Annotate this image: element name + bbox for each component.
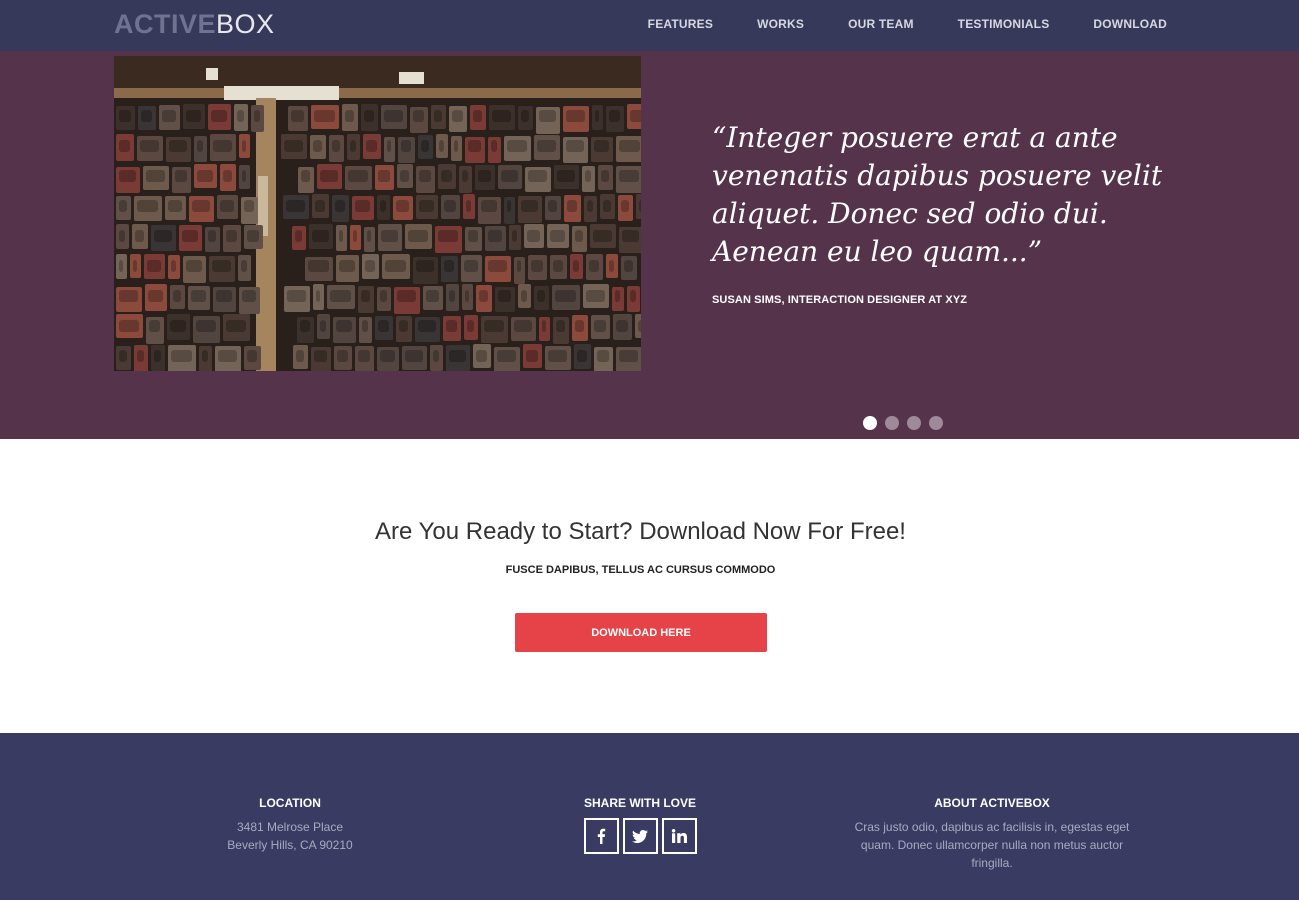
slider-dot-2[interactable] bbox=[885, 416, 899, 430]
share-title: SHARE WITH LOVE bbox=[583, 796, 696, 810]
address-line-1: 3481 Melrose Place bbox=[236, 820, 344, 834]
nav-testimonials[interactable]: TESTIMONIALS bbox=[958, 17, 1050, 32]
logo-box: BOX bbox=[216, 9, 275, 39]
testimonial-quote: “Integer posuere erat a ante venenatis d… bbox=[712, 121, 1163, 268]
footer: LOCATION 3481 Melrose Place Beverly Hill… bbox=[0, 733, 1299, 900]
testimonial-author: SUSAN SIMS, INTERACTION DESIGNER AT XYZ bbox=[712, 294, 968, 306]
nav-features[interactable]: FEATURES bbox=[648, 17, 713, 32]
cta-subtitle: FUSCE DAPIBUS, TELLUS AC CURSUS COMMODO bbox=[505, 564, 776, 576]
download-button[interactable]: DOWNLOAD HERE bbox=[515, 613, 767, 652]
about-title: ABOUT ACTIVEBOX bbox=[934, 796, 1050, 810]
address-line-2: Beverly Hills, CA 90210 bbox=[227, 838, 353, 852]
letterpress-type-image bbox=[114, 56, 641, 371]
slider-pagination bbox=[863, 416, 943, 430]
nav-works[interactable]: WORKS bbox=[757, 17, 804, 32]
about-text: Cras justo odio, dapibus ac facilisis in… bbox=[854, 820, 1130, 870]
cta-title: Are You Ready to Start? Download Now For… bbox=[375, 518, 906, 545]
main-nav: FEATURES WORKS OUR TEAM TESTIMONIALS DOW… bbox=[604, 17, 1167, 32]
footer-share: SHARE WITH LOVE bbox=[540, 796, 740, 854]
footer-about: ABOUT ACTIVEBOX Cras justo odio, dapibus… bbox=[842, 796, 1142, 872]
slider-dot-4[interactable] bbox=[929, 416, 943, 430]
slider-dot-3[interactable] bbox=[907, 416, 921, 430]
location-title: LOCATION bbox=[259, 796, 321, 810]
nav-our-team[interactable]: OUR TEAM bbox=[848, 17, 914, 32]
social-links bbox=[540, 818, 740, 854]
testimonial-slider: “Integer posuere erat a ante venenatis d… bbox=[0, 51, 1299, 439]
navbar: ACTIVEBOX FEATURES WORKS OUR TEAM TESTIM… bbox=[0, 0, 1299, 51]
slider-dot-1[interactable] bbox=[863, 416, 877, 430]
logo[interactable]: ACTIVEBOX bbox=[114, 9, 275, 39]
logo-active: ACTIVE bbox=[114, 9, 217, 39]
facebook-icon[interactable] bbox=[583, 818, 619, 854]
nav-download[interactable]: DOWNLOAD bbox=[1093, 17, 1167, 32]
linkedin-icon[interactable] bbox=[661, 818, 697, 854]
twitter-icon[interactable] bbox=[622, 818, 658, 854]
footer-location: LOCATION 3481 Melrose Place Beverly Hill… bbox=[190, 796, 390, 854]
